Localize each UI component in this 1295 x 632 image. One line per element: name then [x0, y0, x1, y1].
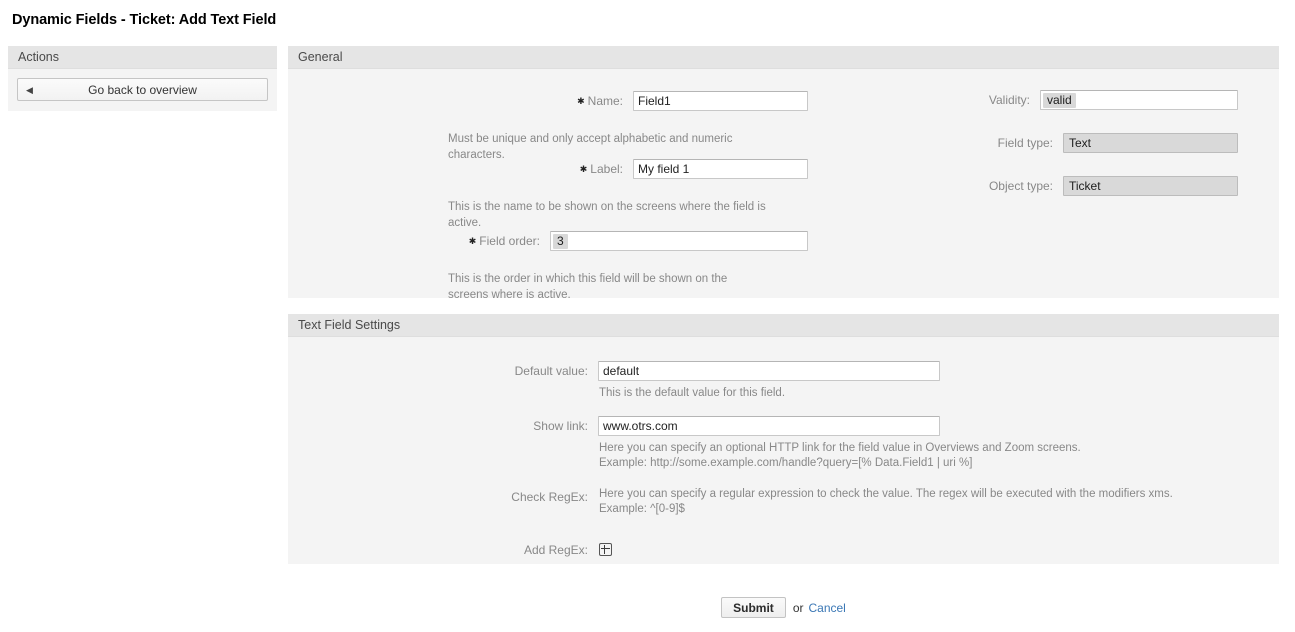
page-title: Dynamic Fields - Ticket: Add Text Field: [12, 12, 277, 28]
actions-panel: Actions ◀ Go back to overview: [8, 46, 277, 111]
back-arrow-icon: ◀: [26, 85, 33, 95]
default-value-help-text: This is the default value for this field…: [599, 387, 786, 399]
general-panel-header: General: [288, 46, 1279, 69]
show-link-help-line2: Example: http://some.example.com/handle?…: [599, 457, 973, 469]
field-order-selected-value: 3: [553, 233, 568, 249]
show-link-label: Show link:: [533, 419, 588, 433]
form-footer: Submit or Cancel: [288, 597, 1279, 618]
label-label: ✱ Label:: [579, 162, 623, 176]
field-order-help-text: This is the order in which this field wi…: [448, 273, 728, 301]
or-text: or: [792, 600, 804, 615]
check-regex-row: Check RegEx:: [288, 487, 588, 507]
required-star-icon: ✱: [468, 236, 477, 246]
object-type-control: Ticket: [1063, 176, 1238, 196]
required-star-icon: ✱: [577, 96, 585, 106]
default-value-label: Default value:: [514, 364, 588, 378]
validity-select[interactable]: valid: [1040, 90, 1238, 110]
add-regex-control: [599, 543, 612, 559]
go-back-to-overview-label: Go back to overview: [88, 83, 197, 97]
label-control: [633, 159, 808, 179]
add-regex-row: Add RegEx:: [288, 540, 588, 560]
field-order-select[interactable]: 3: [550, 231, 808, 251]
validity-control: valid: [1040, 90, 1238, 110]
show-link-control: [598, 416, 940, 436]
field-order-control: 3: [550, 231, 808, 251]
required-star-icon: ✱: [579, 164, 588, 174]
default-value-input[interactable]: [598, 361, 940, 381]
name-label: ✱ Name:: [577, 94, 623, 108]
text-field-settings-header: Text Field Settings: [288, 314, 1279, 337]
cancel-link[interactable]: Cancel: [808, 601, 845, 615]
label-help-text: This is the name to be shown on the scre…: [448, 201, 766, 229]
name-input[interactable]: [633, 91, 808, 111]
show-link-row: Show link:: [288, 416, 588, 436]
go-back-to-overview-button[interactable]: ◀ Go back to overview: [17, 78, 268, 101]
name-control: [633, 91, 808, 111]
submit-button[interactable]: Submit: [721, 597, 786, 618]
field-order-label: ✱ Field order:: [468, 234, 540, 248]
field-order-row: ✱ Field order: 3: [288, 231, 808, 252]
object-type-label: Object type:: [988, 179, 1053, 193]
object-type-row: Object type: Ticket: [848, 176, 1238, 196]
actions-panel-header: Actions: [8, 46, 277, 69]
check-regex-help-line2: Example: ^[0-9]$: [599, 503, 685, 515]
field-type-label: Field type:: [997, 136, 1053, 150]
field-type-value: Text: [1063, 133, 1238, 153]
default-value-control: [598, 361, 940, 381]
actions-panel-body: ◀ Go back to overview: [8, 69, 277, 111]
add-regex-label: Add RegEx:: [523, 543, 588, 557]
label-input[interactable]: [633, 159, 808, 179]
name-row: ✱ Name:: [288, 91, 808, 112]
validity-selected-value: valid: [1043, 92, 1076, 108]
object-type-value: Ticket: [1063, 176, 1238, 196]
text-field-settings-panel: Text Field Settings Default value: This …: [288, 314, 1279, 564]
validity-row: Validity: valid: [848, 90, 1238, 110]
validity-label: Validity:: [988, 93, 1030, 107]
default-value-row: Default value:: [288, 361, 588, 381]
show-link-input[interactable]: [598, 416, 940, 436]
field-type-row: Field type: Text: [848, 133, 1238, 153]
show-link-help-line1: Here you can specify an optional HTTP li…: [599, 442, 1081, 454]
label-row: ✱ Label:: [288, 159, 808, 180]
field-type-control: Text: [1063, 133, 1238, 153]
add-regex-plus-icon[interactable]: [599, 543, 612, 556]
check-regex-help-line1: Here you can specify a regular expressio…: [599, 488, 1173, 500]
general-panel: General ✱Name: Must be unique and only a…: [288, 46, 1279, 301]
check-regex-label: Check RegEx:: [511, 490, 588, 504]
